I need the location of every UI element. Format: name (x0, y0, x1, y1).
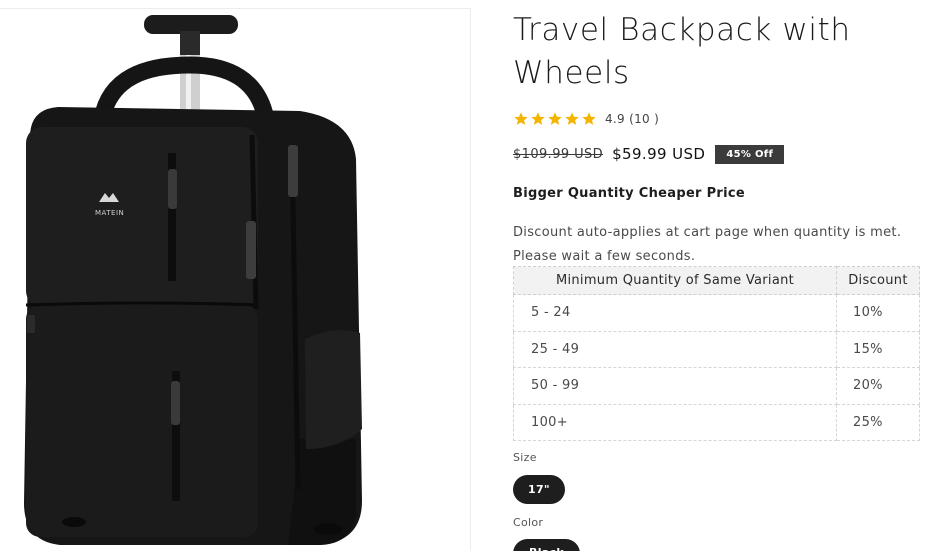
min-quantity-cell: 50 - 99 (513, 367, 837, 405)
discount-cell: 15% (836, 330, 920, 368)
rating-value: 4.9 (10 ) (605, 112, 660, 126)
color-option-button[interactable]: Black (513, 539, 580, 551)
svg-text:MATEIN: MATEIN (95, 209, 124, 217)
product-title: Travel Backpack with Wheels (513, 12, 851, 91)
star-icon (565, 112, 579, 125)
discount-cell: 10% (836, 294, 920, 332)
promo-heading: Bigger Quantity Cheaper Price (513, 186, 746, 201)
discount-cell: 20% (836, 367, 920, 405)
min-quantity-cell: 100+ (513, 403, 837, 441)
table-row: 5 - 24 10% (513, 294, 920, 332)
sale-price: $59.99 USD (612, 145, 706, 163)
column-header-discount: Discount (836, 266, 920, 295)
table-row: 100+ 25% (513, 403, 920, 441)
quantity-discount-table: Minimum Quantity of Same Variant Discoun… (513, 266, 920, 441)
table-header-row: Minimum Quantity of Same Variant Discoun… (513, 266, 920, 295)
min-quantity-cell: 25 - 49 (513, 330, 837, 368)
star-icon (582, 112, 596, 125)
star-icon (548, 112, 562, 125)
price-row: $109.99 USD $59.99 USD 45% Off (513, 142, 785, 166)
compare-at-price: $109.99 USD (513, 146, 604, 162)
column-header-min-quantity: Minimum Quantity of Same Variant (513, 266, 837, 295)
star-icon (514, 112, 528, 125)
table-row: 25 - 49 15% (513, 330, 920, 368)
size-label: Size (513, 451, 537, 464)
backpack-image: MATEIN (24, 15, 362, 545)
color-label: Color (513, 516, 544, 529)
discount-badge: 45% Off (715, 144, 785, 164)
product-image[interactable]: MATEIN (0, 8, 471, 551)
rating-stars (513, 111, 597, 127)
promo-text: Discount auto-applies at cart page when … (513, 225, 902, 264)
rating[interactable]: 4.9 (10 ) (513, 110, 659, 128)
size-option-button[interactable]: 17" (513, 475, 565, 504)
min-quantity-cell: 5 - 24 (513, 294, 837, 332)
star-icon (531, 112, 545, 125)
discount-cell: 25% (836, 403, 920, 441)
table-row: 50 - 99 20% (513, 367, 920, 405)
